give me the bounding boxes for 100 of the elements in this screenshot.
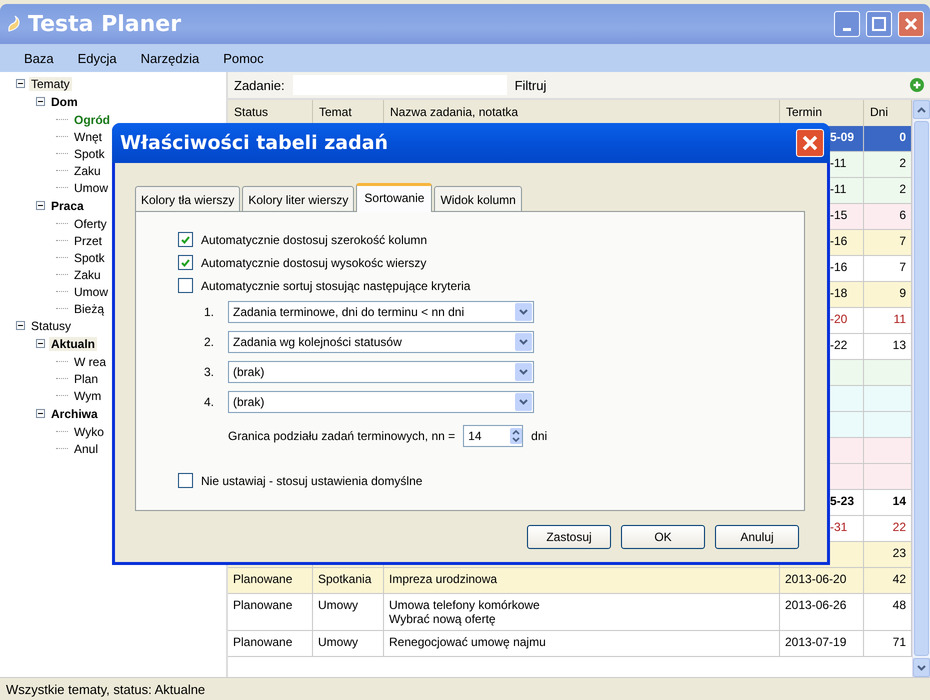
window-title: Testa Planer (28, 12, 182, 36)
collapse-icon[interactable] (36, 409, 45, 418)
status-text: Wszystkie tematy, status: Aktualne (6, 682, 206, 696)
tree-item[interactable]: Aktualn (49, 336, 98, 350)
tree-item[interactable]: Spotk (72, 146, 107, 160)
tree-item[interactable]: Tematy (29, 76, 72, 90)
app-logo-icon (6, 15, 22, 33)
table-cell: 6 (864, 204, 912, 230)
maximize-icon (872, 17, 886, 31)
tab[interactable]: Sortowanie (356, 183, 432, 212)
tab[interactable]: Widok kolumn (434, 186, 522, 212)
table-cell: 7 (864, 230, 912, 256)
table-cell: Planowane (228, 631, 313, 657)
menu-item[interactable]: Narzędzia (140, 50, 200, 66)
close-button[interactable] (796, 129, 824, 157)
table-cell: Planowane (228, 568, 313, 594)
collapse-icon[interactable] (36, 97, 45, 106)
column-header[interactable]: Dni (864, 100, 912, 126)
checkbox-label: Automatycznie sortuj stosując następujące kryteria (201, 278, 470, 292)
dialog-button[interactable]: OK (621, 525, 705, 549)
collapse-icon[interactable] (36, 201, 45, 210)
tab[interactable]: Kolory tła wierszy (135, 186, 240, 212)
tree-item[interactable]: Plan (72, 372, 100, 386)
tree-item[interactable]: Anul (72, 442, 100, 456)
chevron-down-icon (519, 399, 528, 405)
chevron-down-icon (519, 309, 528, 315)
chevron-up-icon (917, 106, 926, 112)
table-cell: 2013-06-26 (780, 594, 864, 631)
tree-item[interactable]: Bieżą (72, 302, 106, 316)
tree-item[interactable]: Ogród (72, 112, 112, 126)
table-cell: 14 (864, 490, 912, 516)
table-cell: 22 (864, 516, 912, 542)
checkbox[interactable] (178, 473, 193, 488)
criterion-dropdown[interactable]: Zadania wg kolejności statusów (228, 331, 534, 353)
tree-item[interactable]: Umow (72, 284, 110, 298)
checkbox[interactable] (178, 255, 193, 270)
spin-arrows-icon[interactable] (510, 428, 522, 444)
chevron-down-icon (519, 369, 528, 375)
tree-item[interactable]: Wyko (72, 424, 106, 438)
table-cell: 0 (864, 126, 912, 152)
check-icon (181, 236, 190, 244)
tree-item[interactable]: Wym (72, 388, 104, 402)
menu-item[interactable]: Baza (24, 50, 54, 66)
threshold-label: Granica podziału zadań terminowych, nn = (228, 429, 456, 443)
table-cell: Umowy (313, 631, 384, 657)
task-label: Zadanie: (234, 78, 285, 92)
table-cell: 23 (864, 542, 912, 568)
table-cell: Umowa telefony komórkowe Wybrać nową ofertę (384, 594, 780, 631)
close-icon (904, 17, 918, 31)
tree-item[interactable]: Zaku (72, 268, 103, 282)
add-icon[interactable] (910, 78, 924, 92)
table-cell: 2 (864, 178, 912, 204)
tree-item[interactable]: Przet (72, 234, 104, 248)
filter-link[interactable]: Filtruj (514, 78, 902, 92)
criterion-dropdown[interactable]: (brak) (228, 391, 534, 413)
maximize-button[interactable] (866, 11, 892, 37)
close-icon (802, 135, 818, 151)
tab[interactable]: Kolory liter wierszy (242, 186, 354, 212)
tree-item[interactable]: Oferty (72, 216, 109, 230)
table-cell: 48 (864, 594, 912, 631)
menu-item[interactable]: Pomoc (223, 50, 264, 66)
tree-item[interactable]: W rea (72, 354, 108, 368)
table-cell: Spotkania (313, 568, 384, 594)
table-cell: 2 (864, 152, 912, 178)
table-cell: 11 (864, 308, 912, 334)
tree-item[interactable]: Statusy (29, 318, 74, 332)
criterion-dropdown[interactable]: Zadania terminowe, dni do terminu < nn dni (228, 301, 534, 323)
table-cell: Renegocjować umowę najmu (384, 631, 780, 657)
table-cell: 9 (864, 282, 912, 308)
table-cell: Umowy (313, 594, 384, 631)
collapse-icon[interactable] (16, 321, 25, 330)
collapse-icon[interactable] (16, 79, 25, 88)
tree-item[interactable]: Archiwa (49, 406, 100, 420)
criterion-number: 4. (204, 395, 216, 409)
chevron-down-icon (519, 339, 528, 345)
table-cell: Planowane (228, 594, 313, 631)
tree-item[interactable]: Wnęt (72, 130, 104, 144)
dialog-button[interactable]: Anuluj (715, 525, 799, 549)
collapse-icon[interactable] (36, 339, 45, 348)
checkbox[interactable] (178, 232, 193, 247)
dialog-button[interactable]: Zastosuj (527, 525, 611, 549)
close-button[interactable] (898, 11, 924, 37)
column-header[interactable]: Termin (780, 100, 864, 126)
checkbox[interactable] (178, 278, 193, 293)
minimize-button[interactable] (834, 11, 860, 37)
dialog-title: Właściwości tabeli zadań (120, 132, 390, 154)
criterion-dropdown[interactable]: (brak) (228, 361, 534, 383)
table-cell: 7 (864, 256, 912, 282)
table-cell: 71 (864, 631, 912, 657)
scrollbar[interactable] (912, 100, 930, 677)
table-cell: 42 (864, 568, 912, 594)
minimize-icon (843, 28, 851, 30)
tree-item[interactable]: Zaku (72, 164, 103, 178)
tree-item[interactable]: Spotk (72, 250, 107, 264)
tree-item[interactable]: Praca (49, 198, 86, 212)
menu-item[interactable]: Edycja (78, 50, 117, 66)
tree-item[interactable]: Umow (72, 180, 110, 194)
criterion-number: 1. (204, 305, 216, 319)
threshold-spinner[interactable]: 14 (463, 425, 524, 447)
tree-item[interactable]: Dom (49, 94, 80, 108)
